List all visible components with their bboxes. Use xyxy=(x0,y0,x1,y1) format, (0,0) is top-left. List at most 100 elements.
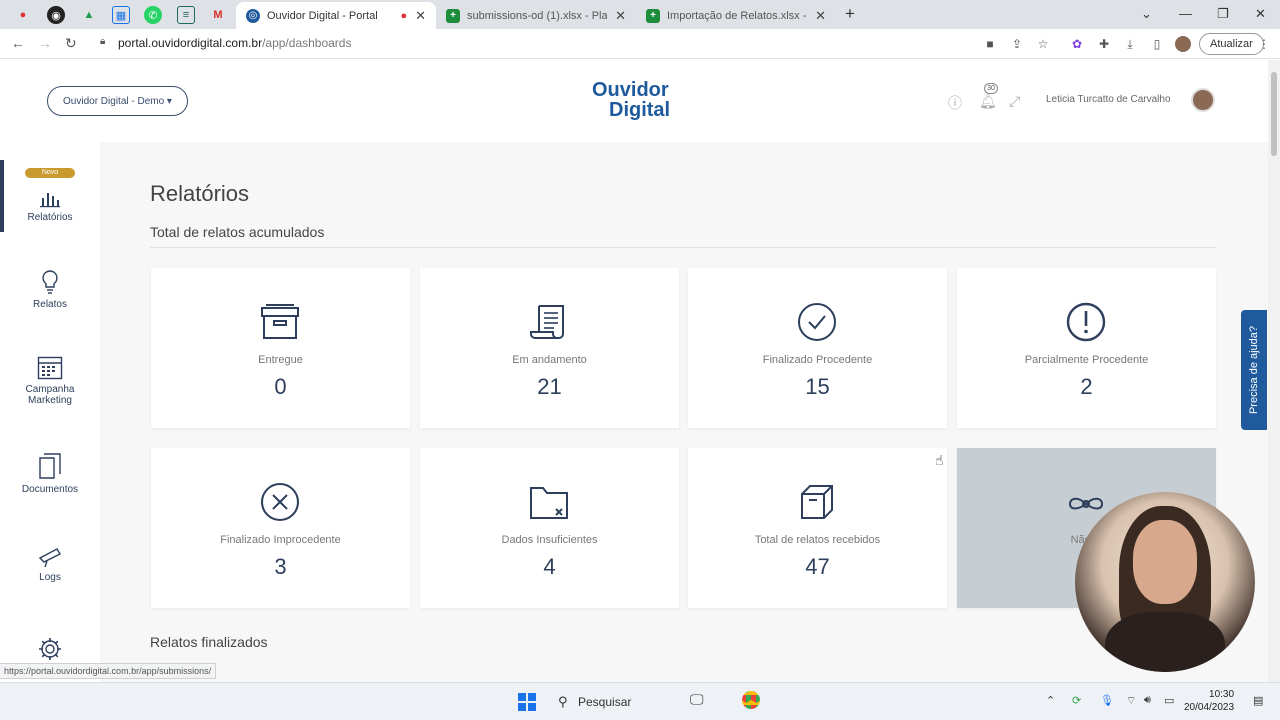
clock-date: 20/04/2023 xyxy=(1184,702,1235,713)
pinned-tab-record-icon[interactable]: ● xyxy=(14,6,32,24)
share-icon[interactable]: ⇪ xyxy=(1010,37,1024,51)
widgets-icon[interactable]: 🖵︎ xyxy=(690,691,704,708)
help-tab-button[interactable]: Precisa de ajuda? xyxy=(1241,310,1267,430)
reload-icon[interactable]: ↻ xyxy=(65,35,77,52)
sidebar-item-relatos[interactable]: Relatos xyxy=(0,269,100,310)
pinned-tab-calendar-icon[interactable]: ▦ xyxy=(112,6,130,24)
back-arrow-icon[interactable]: ← xyxy=(11,35,25,51)
camera-icon[interactable]: ■ xyxy=(983,37,997,51)
update-button[interactable]: Atualizar xyxy=(1199,33,1264,55)
webcam-face xyxy=(1133,520,1197,604)
windows-start-icon[interactable] xyxy=(518,693,536,711)
card-value: 47 xyxy=(805,554,830,579)
help-icon[interactable]: ⓘ xyxy=(948,93,962,113)
card-value: 21 xyxy=(537,374,562,399)
stat-card-em-andamento[interactable]: Em andamento 21 xyxy=(420,268,679,428)
help-tab-label: Precisa de ajuda? xyxy=(1248,325,1260,415)
ouvidor-digital-logo[interactable]: Ouvidor Digital xyxy=(590,78,680,124)
scrollbar[interactable] xyxy=(1268,60,1280,682)
system-clock[interactable]: 10:30 20/04/2023 xyxy=(1184,688,1234,714)
webcam-overlay xyxy=(1075,492,1255,672)
browser-tab-strip: ● ◉ ▲ ▦ ✆ ≡ M ◎ Ouvidor Digital - Portal… xyxy=(0,0,1280,29)
tab-title: submissions-od (1).xlsx - Planilh xyxy=(467,9,608,22)
stat-card-dados-insuficientes[interactable]: Dados Insuficientes 4 xyxy=(420,448,679,608)
pinned-tab-whatsapp-icon[interactable]: ✆ xyxy=(144,6,162,24)
close-icon[interactable]: ✕ xyxy=(815,8,826,24)
tab-title: Importação de Relatos.xlsx - Plan xyxy=(667,9,807,22)
sidebar-item-settings[interactable] xyxy=(0,636,100,666)
stat-card-finalizado-procedente[interactable]: Finalizado Procedente 15 xyxy=(688,268,947,428)
scroll-icon xyxy=(530,305,564,339)
profile-avatar[interactable] xyxy=(1175,36,1191,52)
browser-toolbar: ← → ↻ 🔒︎ portal.ouvidordigital.com.br/ap… xyxy=(0,29,1280,59)
minimize-button[interactable]: — xyxy=(1179,6,1192,21)
pinned-tab-gmail-icon[interactable]: M xyxy=(209,6,227,24)
card-label: Dados Insuficientes xyxy=(501,534,598,546)
close-icon[interactable]: ✕ xyxy=(415,8,426,24)
microphone-icon[interactable]: 🎙︎ xyxy=(1100,694,1114,707)
org-select-dropdown[interactable]: Ouvidor Digital - Demo ▾ xyxy=(47,86,188,116)
sidebar-item-logs[interactable]: Logs xyxy=(0,546,100,583)
forward-arrow-icon[interactable]: → xyxy=(38,35,52,51)
logo-line2: Digital xyxy=(609,99,671,121)
card-value: 0 xyxy=(274,374,287,399)
sidebar-item-label: Relatos xyxy=(33,299,67,310)
subsection-title: Relatos finalizados xyxy=(150,634,268,650)
bell-icon[interactable]: 🔔︎ xyxy=(979,93,997,110)
address-bar[interactable]: portal.ouvidordigital.com.br/app/dashboa… xyxy=(118,36,351,50)
menu-dots-icon[interactable]: ⋮ xyxy=(1257,37,1271,51)
chevron-down-icon[interactable]: ⌄ xyxy=(1141,6,1152,22)
url-path: /app/dashboards xyxy=(262,36,352,50)
document-icon xyxy=(39,453,61,479)
bar-chart-icon xyxy=(40,193,60,208)
download-icon[interactable]: ⤓ xyxy=(1123,37,1137,51)
exclamation-circle-icon xyxy=(1066,302,1106,342)
avatar[interactable] xyxy=(1191,88,1215,112)
fullscreen-icon[interactable]: ⤢ xyxy=(1009,93,1020,110)
sidebar-item-label: Logs xyxy=(39,572,61,583)
tab-importacao-sheet[interactable]: + Importação de Relatos.xlsx - Plan ✕ xyxy=(636,2,836,29)
section-title: Total de relatos acumulados xyxy=(150,224,325,240)
stat-card-parcialmente-procedente[interactable]: Parcialmente Procedente 2 xyxy=(957,268,1216,428)
stat-card-entregue[interactable]: Entregue 0 xyxy=(151,268,410,428)
extension-icon[interactable]: ✿ xyxy=(1070,37,1084,51)
new-tab-button[interactable]: + xyxy=(845,4,855,24)
notifications-icon[interactable]: ▤ xyxy=(1253,694,1263,707)
tab-ouvidor-portal[interactable]: ◎ Ouvidor Digital - Portal ● ✕ xyxy=(236,2,436,29)
tab-submissions-sheet[interactable]: + submissions-od (1).xlsx - Planilh ✕ xyxy=(436,2,636,29)
volume-icon[interactable]: 🔊︎ xyxy=(1144,694,1151,707)
sidepanel-icon[interactable]: ▯ xyxy=(1150,37,1164,51)
pinned-tab-sheet-icon[interactable]: ≡ xyxy=(177,6,195,24)
sidebar-item-label: Relatórios xyxy=(27,212,73,223)
card-label: Parcialmente Procedente xyxy=(1024,354,1149,366)
notification-count-badge: 30 xyxy=(984,83,998,94)
scrollbar-thumb[interactable] xyxy=(1271,72,1277,156)
lightbulb-icon xyxy=(42,270,58,294)
sync-icon[interactable]: ⟳ xyxy=(1072,694,1081,707)
recording-icon: ● xyxy=(400,9,408,22)
gear-icon xyxy=(39,638,61,660)
battery-icon[interactable]: ▭ xyxy=(1164,694,1174,707)
close-icon[interactable]: ✕ xyxy=(615,8,626,24)
link-status-bar: https://portal.ouvidordigital.com.br/app… xyxy=(0,663,217,679)
ouvidor-favicon-icon: ◎ xyxy=(246,8,260,23)
chevron-up-icon[interactable]: ⌃ xyxy=(1046,694,1055,707)
sidebar-item-documentos[interactable]: Documentos xyxy=(0,452,100,495)
x-circle-icon xyxy=(261,483,299,521)
star-icon[interactable]: ☆ xyxy=(1036,37,1050,51)
taskbar-search[interactable]: ⚲ Pesquisar xyxy=(552,690,682,714)
stat-card-total-recebidos[interactable]: Total de relatos recebidos 47 xyxy=(688,448,947,608)
search-icon: ⚲ xyxy=(558,694,568,709)
close-window-button[interactable]: ✕ xyxy=(1255,6,1266,22)
chrome-taskbar-icon[interactable] xyxy=(742,691,760,709)
pinned-tab-drive-icon[interactable]: ▲ xyxy=(80,6,98,24)
card-value: 4 xyxy=(543,554,556,579)
puzzle-icon[interactable]: ✚ xyxy=(1097,37,1111,51)
wifi-icon[interactable]: ⌔ xyxy=(1126,694,1136,708)
maximize-button[interactable]: ❐ xyxy=(1217,6,1229,22)
sidebar-item-campanha-marketing[interactable]: Campanha Marketing xyxy=(0,356,100,406)
sidebar-item-relatorios[interactable]: Relatórios xyxy=(0,190,100,223)
user-name[interactable]: Leticia Turcatto de Carvalho xyxy=(1046,94,1171,105)
stat-card-finalizado-improcedente[interactable]: Finalizado Improcedente 3 xyxy=(151,448,410,608)
pinned-tab-app-icon[interactable]: ◉ xyxy=(47,6,65,24)
